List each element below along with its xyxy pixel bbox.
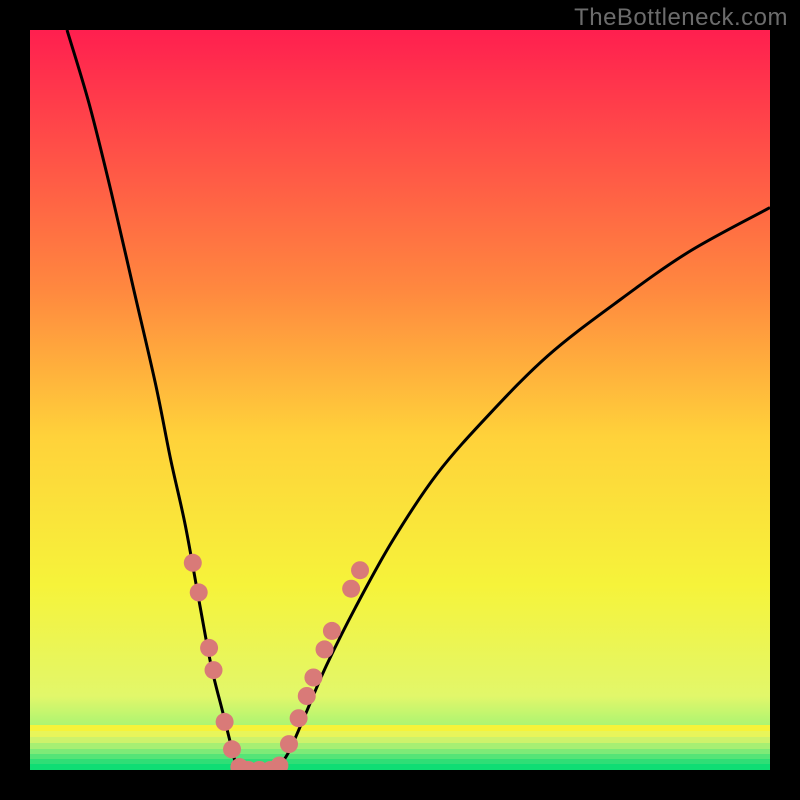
curve-marker-dot: [280, 735, 298, 753]
curve-marker-dot: [351, 561, 369, 579]
curve-marker-dot: [190, 583, 208, 601]
bottom-stripe-bands: [30, 725, 770, 770]
curve-marker-dot: [290, 709, 308, 727]
chart-canvas: TheBottleneck.com: [0, 0, 800, 800]
curve-marker-dot: [316, 640, 334, 658]
curve-marker-dot: [298, 687, 316, 705]
curve-marker-dot: [216, 713, 234, 731]
chart-svg: [30, 30, 770, 770]
curve-marker-dot: [223, 740, 241, 758]
curve-marker-dot: [323, 622, 341, 640]
watermark-text: TheBottleneck.com: [574, 4, 788, 32]
curve-marker-dot: [200, 639, 218, 657]
plot-area: [30, 30, 770, 770]
gradient-background: [30, 30, 770, 770]
curve-marker-dot: [205, 661, 223, 679]
curve-marker-dot: [342, 580, 360, 598]
curve-marker-dot: [304, 669, 322, 687]
curve-marker-dot: [184, 554, 202, 572]
